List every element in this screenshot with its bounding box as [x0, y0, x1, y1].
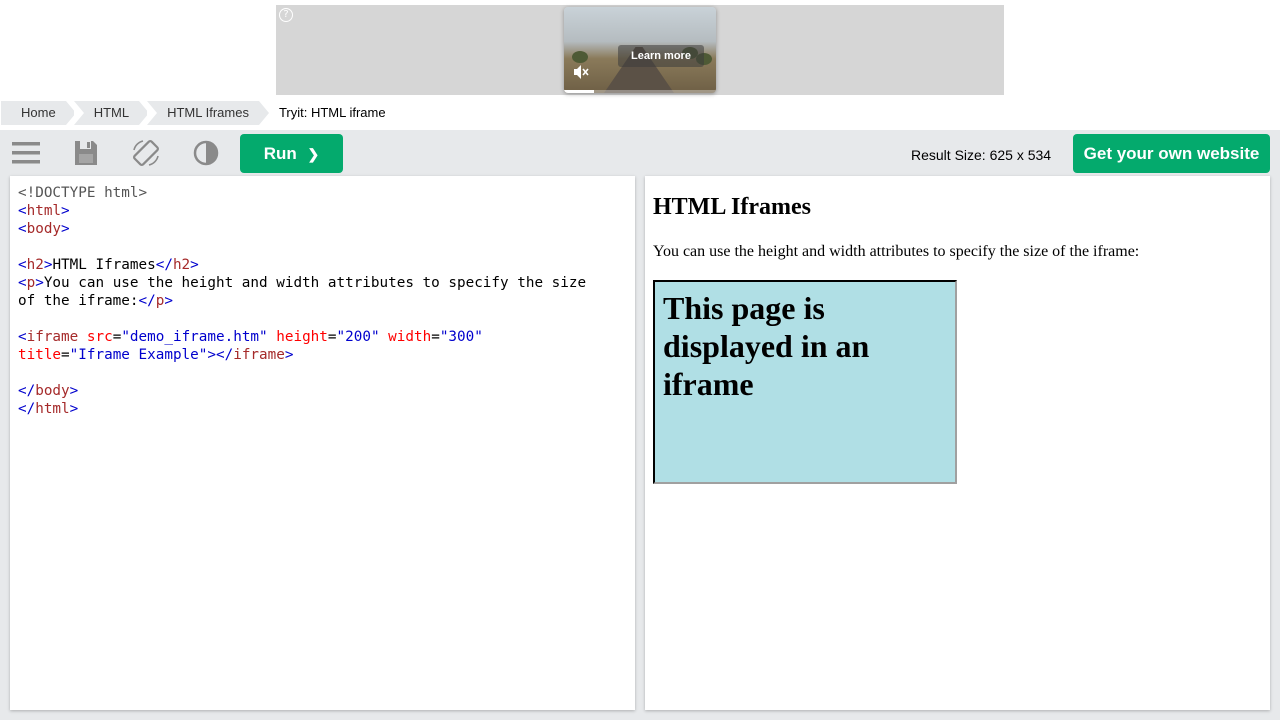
code-editor[interactable]: <!DOCTYPE html> <html> <body> <h2>HTML I… [10, 176, 635, 710]
code-line: title="Iframe Example"></iframe> [18, 347, 294, 363]
breadcrumb-item-html-iframes[interactable]: HTML Iframes [147, 101, 269, 125]
code-tag: iframe [233, 347, 285, 363]
code-text: of the iframe: [18, 293, 139, 309]
code-line: <html> [18, 203, 70, 219]
rotate-icon[interactable] [131, 138, 161, 168]
contrast-icon[interactable] [193, 138, 223, 168]
result-size-label: Result Size: 625 x 534 [911, 147, 1052, 163]
code-attr: src [86, 329, 113, 345]
code-tag: html [26, 203, 62, 219]
ad-progress-fill [564, 90, 595, 93]
code-doctype: <!DOCTYPE html> [18, 185, 148, 201]
chevron-right-icon: ❯ [307, 146, 320, 162]
code-line: <iframe src="demo_iframe.htm" height="20… [18, 329, 483, 345]
breadcrumb-item-html[interactable]: HTML [73, 101, 150, 125]
code-attr: height [276, 329, 328, 345]
breadcrumb: Home HTML HTML Iframes Tryit: HTML ifram… [0, 101, 386, 125]
get-own-website-button[interactable]: Get your own website [1073, 134, 1270, 173]
run-button[interactable]: Run ❯ [240, 134, 343, 173]
code-attr: width [388, 329, 432, 345]
result-heading: HTML Iframes [653, 194, 811, 220]
mute-icon[interactable] [572, 63, 590, 81]
code-line: </body> [18, 383, 79, 399]
ad-info-icon[interactable]: ? [279, 8, 293, 22]
ad-banner[interactable]: ? Learn more [276, 5, 1004, 95]
menu-icon[interactable] [11, 138, 41, 168]
code-tag: body [35, 383, 70, 399]
code-value: "Iframe Example" [69, 347, 208, 363]
ad-progress-bar [564, 90, 716, 93]
code-line: <h2>HTML Iframes</h2> [18, 257, 199, 273]
ad-learn-more-button[interactable]: Learn more [618, 45, 704, 67]
code-tag: html [35, 401, 70, 417]
ad-video-bush [572, 51, 588, 63]
workspace: Run ❯ Result Size: 625 x 534 Get your ow… [0, 130, 1280, 720]
code-text: You can use the height and width attribu… [43, 275, 587, 291]
code-line: <body> [18, 221, 70, 237]
iframe-heading: This page is displayed in an iframe [663, 290, 870, 402]
code-line: of the iframe:</p> [18, 293, 173, 309]
result-panel[interactable]: HTML Iframes You can use the height and … [645, 176, 1270, 710]
result-paragraph: You can use the height and width attribu… [653, 243, 1140, 260]
code-tag: iframe [26, 329, 79, 345]
code-line: </html> [18, 401, 79, 417]
demo-iframe[interactable]: This page is displayed in an iframe [653, 280, 957, 484]
code-tag: h2 [26, 257, 44, 273]
save-icon[interactable] [73, 138, 103, 168]
code-attr: title [18, 347, 62, 363]
code-value: "demo_iframe.htm" [121, 329, 268, 345]
breadcrumb-item-home[interactable]: Home [1, 101, 76, 125]
breadcrumb-current: Tryit: HTML iframe [278, 105, 386, 120]
code-line: <p>You can use the height and width attr… [18, 275, 587, 291]
code-text: HTML Iframes [52, 257, 156, 273]
run-button-label: Run [263, 144, 297, 163]
code-value: "200" [336, 329, 380, 345]
ad-video-thumbnail[interactable]: Learn more [564, 7, 716, 93]
code-tag: p [26, 275, 36, 291]
code-line: <!DOCTYPE html> [18, 184, 627, 202]
code-tag: body [26, 221, 62, 237]
code-value: "300" [439, 329, 483, 345]
code-tag: h2 [172, 257, 191, 273]
